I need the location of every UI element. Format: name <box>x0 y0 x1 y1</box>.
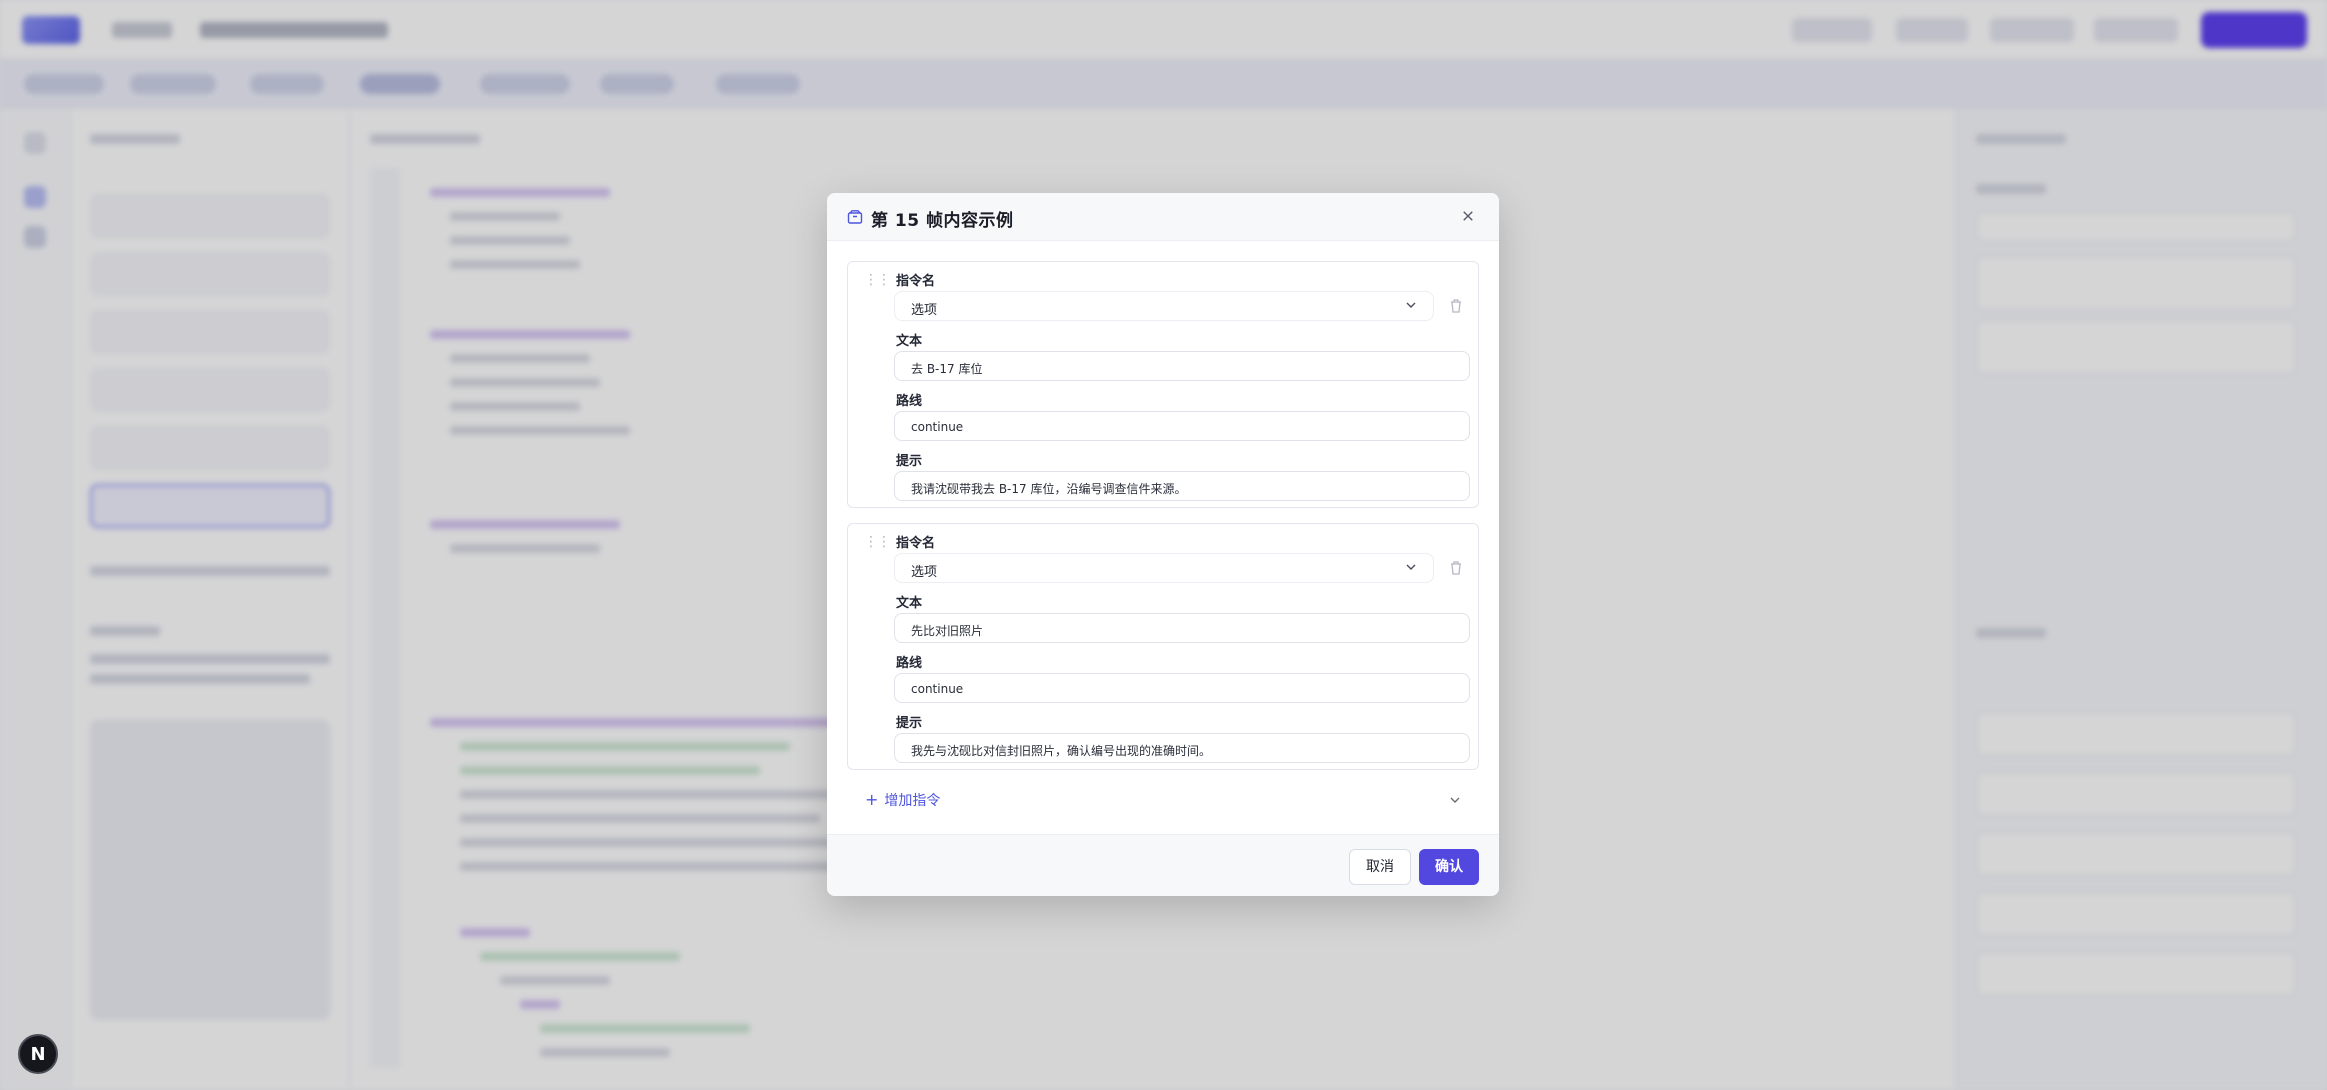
add-command-button[interactable]: + 增加指令 <box>865 790 940 810</box>
hint-input[interactable]: 我先与沈砚比对信封旧照片，确认编号出现的准确时间。 <box>894 733 1470 763</box>
route-label: 路线 <box>896 656 923 671</box>
command-name-select[interactable]: 选项 <box>894 291 1434 321</box>
drag-handle-icon[interactable]: ⋮⋮ <box>864 273 891 292</box>
chevron-down-icon[interactable] <box>1449 794 1461 806</box>
command-card: ⋮⋮ 指令名 选项 文本 先比对旧照片 路线 continue 提示 我先与沈砚… <box>847 523 1479 770</box>
package-icon <box>847 210 863 224</box>
route-input[interactable]: continue <box>894 411 1470 441</box>
chevron-down-icon <box>1406 302 1416 308</box>
dev-tools-badge[interactable]: N <box>18 1034 58 1074</box>
command-card: ⋮⋮ 指令名 选项 文本 去 B-17 库位 路线 continue 提示 我请… <box>847 261 1479 508</box>
cancel-button[interactable]: 取消 <box>1349 849 1411 885</box>
add-command-row: + 增加指令 <box>847 787 1479 813</box>
trash-icon[interactable] <box>1447 297 1465 315</box>
command-name-select[interactable]: 选项 <box>894 553 1434 583</box>
text-input[interactable]: 去 B-17 库位 <box>894 351 1470 381</box>
text-label: 文本 <box>896 334 923 349</box>
hint-input[interactable]: 我请沈砚带我去 B-17 库位，沿编号调查信件来源。 <box>894 471 1470 501</box>
frame-content-dialog: 第 15 帧内容示例 ⋮⋮ 指令名 选项 文本 去 B-17 库位 路线 con… <box>827 193 1499 896</box>
dev-tools-badge-letter: N <box>30 1043 46 1065</box>
dialog-footer: 取消 确认 <box>827 834 1499 896</box>
hint-label: 提示 <box>896 716 923 731</box>
route-input[interactable]: continue <box>894 673 1470 703</box>
confirm-button[interactable]: 确认 <box>1419 849 1479 885</box>
drag-handle-icon[interactable]: ⋮⋮ <box>864 535 891 554</box>
route-label: 路线 <box>896 394 923 409</box>
trash-icon[interactable] <box>1447 559 1465 577</box>
close-button[interactable] <box>1457 206 1479 228</box>
dialog-title: 第 15 帧内容示例 <box>871 211 1014 231</box>
command-name-value: 选项 <box>911 303 938 318</box>
close-icon <box>1463 211 1473 221</box>
hint-label: 提示 <box>896 454 923 469</box>
dialog-header: 第 15 帧内容示例 <box>827 193 1499 241</box>
plus-icon: + <box>865 790 879 809</box>
add-command-label: 增加指令 <box>884 793 941 809</box>
command-name-label: 指令名 <box>896 536 936 551</box>
text-label: 文本 <box>896 596 923 611</box>
command-name-label: 指令名 <box>896 274 936 289</box>
text-input[interactable]: 先比对旧照片 <box>894 613 1470 643</box>
chevron-down-icon <box>1406 564 1416 570</box>
command-name-value: 选项 <box>911 565 938 580</box>
